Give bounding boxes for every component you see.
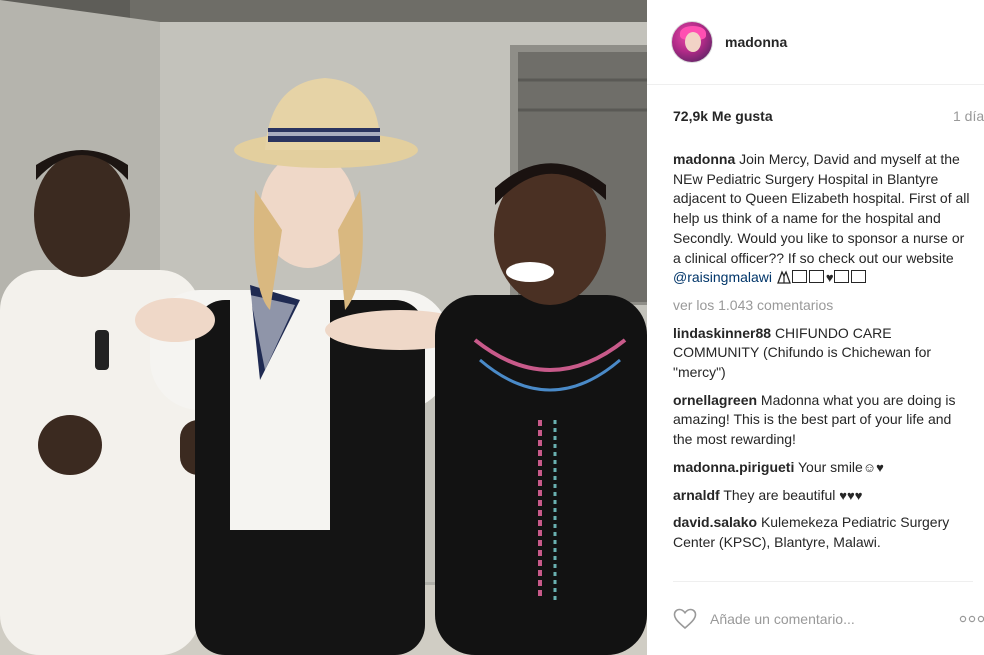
profile-avatar[interactable] [671,21,713,63]
post-photo[interactable] [0,0,647,655]
post-author-username[interactable]: madonna [725,34,787,50]
comment-username[interactable]: madonna.pirigueti [673,459,794,475]
emoji-placeholder-icon [833,270,849,284]
black-heart-emoji-icon: ♥♥♥ [839,487,863,503]
post-time[interactable]: 1 día [953,108,984,124]
post-header: madonna [647,0,984,85]
caption-mention-link[interactable]: @raisingmalawi [673,269,772,285]
caption-text: Join Mercy, David and myself at the NEw … [673,151,970,266]
post-sidebar: madonna 72,9k Me gusta 1 día madonna Joi… [647,0,984,655]
likes-row: 72,9k Me gusta 1 día [673,108,984,128]
caption: madonna Join Mercy, David and myself at … [673,150,973,288]
comment-username[interactable]: david.salako [673,514,757,530]
photo-illustration [0,0,647,655]
praying-hands-emoji-icon [776,270,791,284]
heart-outline-icon[interactable] [673,608,697,630]
comment-username[interactable]: ornellagreen [673,392,757,408]
comment-username[interactable]: lindaskinner88 [673,325,771,341]
comment-item: david.salako Kulemekeza Pediatric Surger… [673,513,973,552]
comment-item: madonna.pirigueti Your smile☺♥ [673,458,973,478]
smiley-emoji-icon: ☺ [862,459,877,475]
comment-username[interactable]: arnaldf [673,487,720,503]
avatar-face [685,32,701,52]
comment-item: arnaldf They are beautiful ♥♥♥ [673,486,973,506]
emoji-placeholder-icon [791,270,807,284]
comment-text: Your smile [797,458,863,475]
likes-count[interactable]: 72,9k Me gusta [673,108,773,124]
comment-divider [673,581,973,582]
emoji-placeholder-icon [808,270,824,284]
add-comment-input[interactable] [710,611,920,627]
comment-text: They are beautiful [723,486,836,503]
caption-username[interactable]: madonna [673,151,735,167]
comment-item: lindaskinner88 CHIFUNDO CARE COMMUNITY (… [673,324,973,383]
comment-item: ornellagreen Madonna what you are doing … [673,391,973,450]
black-heart-emoji-icon: ♥ [825,270,834,286]
more-options-icon[interactable] [959,614,984,624]
view-all-comments-link[interactable]: ver los 1.043 comentarios [673,296,973,316]
comments-section: madonna Join Mercy, David and myself at … [673,150,973,561]
emoji-placeholder-icon [850,270,866,284]
black-heart-emoji-icon: ♥ [876,459,884,475]
add-comment-bar [673,604,984,634]
